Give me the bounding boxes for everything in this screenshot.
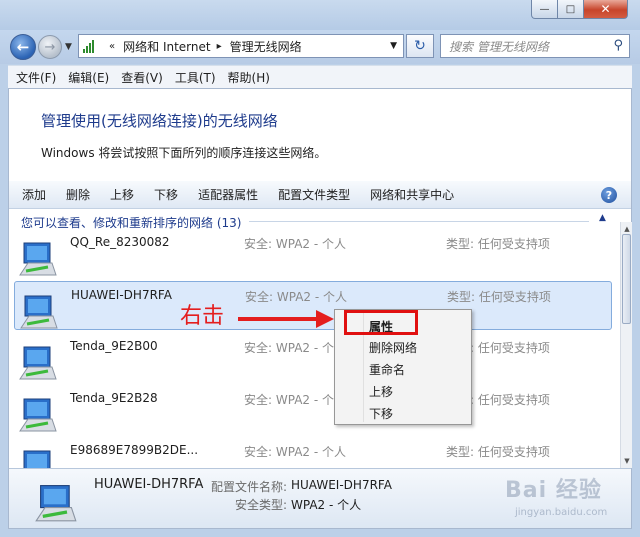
refresh-button[interactable]: ↻ (406, 34, 434, 58)
help-icon[interactable]: ? (601, 187, 617, 203)
group-divider (249, 221, 589, 222)
wireless-network-icon (19, 346, 57, 380)
network-sharing-center-button[interactable]: 网络和共享中心 (370, 186, 454, 203)
details-profile-value: HUAWEI-DH7RFA (291, 478, 392, 492)
annotation-highlight-box (344, 310, 418, 335)
details-profile-label: 配置文件名称: (211, 480, 288, 494)
page-title: 管理使用(无线网络连接)的无线网络 (41, 112, 278, 130)
network-row[interactable]: QQ_Re_8230082 安全: WPA2 - 个人 类型: 任何受支持项 (14, 229, 612, 278)
network-name: E98689E7899B2DE... (70, 443, 199, 457)
chevron-right-icon[interactable]: ▸ (217, 41, 222, 52)
wireless-network-icon (19, 242, 57, 276)
signal-icon (83, 39, 99, 53)
context-menu-delete-network[interactable]: 删除网络 (369, 339, 417, 356)
search-placeholder: 搜索 管理无线网络 (449, 39, 549, 54)
minimize-button[interactable]: — (531, 0, 558, 19)
arrow-right-icon (238, 310, 334, 328)
page-description: Windows 将尝试按照下面所列的顺序连接这些网络。 (41, 146, 327, 160)
context-menu-move-down[interactable]: 下移 (369, 405, 393, 422)
annotation-right-click-label: 右击 (180, 304, 225, 329)
menu-edit[interactable]: 编辑(E) (68, 69, 109, 86)
network-security: 安全: WPA2 - 个人 (244, 445, 346, 459)
details-pane: HUAWEI-DH7RFA 配置文件名称: HUAWEI-DH7RFA 安全类型… (9, 468, 631, 528)
add-button[interactable]: 添加 (22, 186, 46, 203)
search-icon[interactable]: ⚲ (613, 38, 623, 53)
context-menu-rename[interactable]: 重命名 (369, 361, 405, 378)
collapse-group-icon[interactable]: ▲ (599, 213, 606, 223)
maximize-button[interactable]: □ (557, 0, 584, 19)
network-row[interactable]: Tenda_9E2B28 安全: WPA2 - 个人 类型: 任何受支持项 (14, 385, 612, 434)
title-bar: — □ ✕ (0, 0, 640, 30)
profile-types-button[interactable]: 配置文件类型 (278, 186, 350, 203)
close-button[interactable]: ✕ (583, 0, 628, 19)
adapter-properties-button[interactable]: 适配器属性 (198, 186, 258, 203)
back-button[interactable]: ← (10, 34, 36, 60)
network-security: 安全: WPA2 - 个人 (244, 341, 346, 355)
wireless-network-icon (19, 398, 57, 432)
context-menu-move-up[interactable]: 上移 (369, 383, 393, 400)
search-input[interactable]: 搜索 管理无线网络 ⚲ (440, 34, 630, 58)
network-security: 安全: WPA2 - 个人 (244, 237, 346, 251)
menu-tools[interactable]: 工具(T) (175, 69, 216, 86)
network-name: QQ_Re_8230082 (70, 235, 170, 249)
menu-view[interactable]: 查看(V) (121, 69, 163, 86)
network-row[interactable]: E98689E7899B2DE... 安全: WPA2 - 个人 类型: 任何受… (14, 437, 612, 469)
remove-button[interactable]: 删除 (66, 186, 90, 203)
scroll-down-icon[interactable]: ▼ (622, 455, 632, 467)
network-name: HUAWEI-DH7RFA (71, 288, 172, 302)
forward-button[interactable]: → (38, 35, 62, 59)
menu-file[interactable]: 文件(F) (16, 69, 56, 86)
network-type: 类型: 任何受支持项 (447, 290, 551, 304)
network-security: 安全: WPA2 - 个人 (244, 393, 346, 407)
command-bar: 添加 删除 上移 下移 适配器属性 配置文件类型 网络和共享中心 ? (9, 181, 631, 209)
baidu-watermark: Bai 经验 (505, 478, 602, 503)
address-bar[interactable]: « 网络和 Internet ▸ 管理无线网络 ▼ (78, 34, 404, 58)
breadcrumb-manage-wireless[interactable]: 管理无线网络 (230, 38, 302, 55)
move-up-button[interactable]: 上移 (110, 186, 134, 203)
network-name: Tenda_9E2B28 (70, 391, 158, 405)
baidu-watermark-url: jingyan.baidu.com (515, 507, 608, 518)
network-name: Tenda_9E2B00 (70, 339, 158, 353)
breadcrumb-network-internet[interactable]: 网络和 Internet (123, 38, 210, 55)
wireless-network-icon (35, 485, 77, 522)
move-down-button[interactable]: 下移 (154, 186, 178, 203)
navigation-bar: ← → ▼ « 网络和 Internet ▸ 管理无线网络 ▼ ↻ 搜索 管理无… (0, 30, 640, 64)
recent-pages-dropdown[interactable]: ▼ (65, 42, 72, 52)
chevron-down-icon[interactable]: ▼ (390, 41, 397, 51)
network-row[interactable]: Tenda_9E2B00 安全: WPA2 - 个人 类型: 任何受支持项 (14, 333, 612, 382)
vertical-scrollbar[interactable]: ▲ ▼ (620, 222, 632, 468)
details-security-value: WPA2 - 个人 (291, 498, 362, 512)
wireless-network-icon (20, 295, 58, 329)
details-network-name: HUAWEI-DH7RFA (94, 477, 204, 492)
network-type: 类型: 任何受支持项 (446, 237, 550, 251)
details-security-label: 安全类型: (235, 498, 288, 512)
menu-bar: 文件(F) 编辑(E) 查看(V) 工具(T) 帮助(H) (8, 65, 632, 88)
network-list: QQ_Re_8230082 安全: WPA2 - 个人 类型: 任何受支持项 H… (9, 229, 620, 469)
network-security: 安全: WPA2 - 个人 (245, 290, 347, 304)
breadcrumb-overflow[interactable]: « (109, 41, 115, 52)
wireless-network-icon (23, 450, 51, 469)
menu-help[interactable]: 帮助(H) (228, 69, 270, 86)
network-type: 类型: 任何受支持项 (446, 445, 550, 459)
scrollbar-thumb[interactable] (622, 234, 631, 324)
